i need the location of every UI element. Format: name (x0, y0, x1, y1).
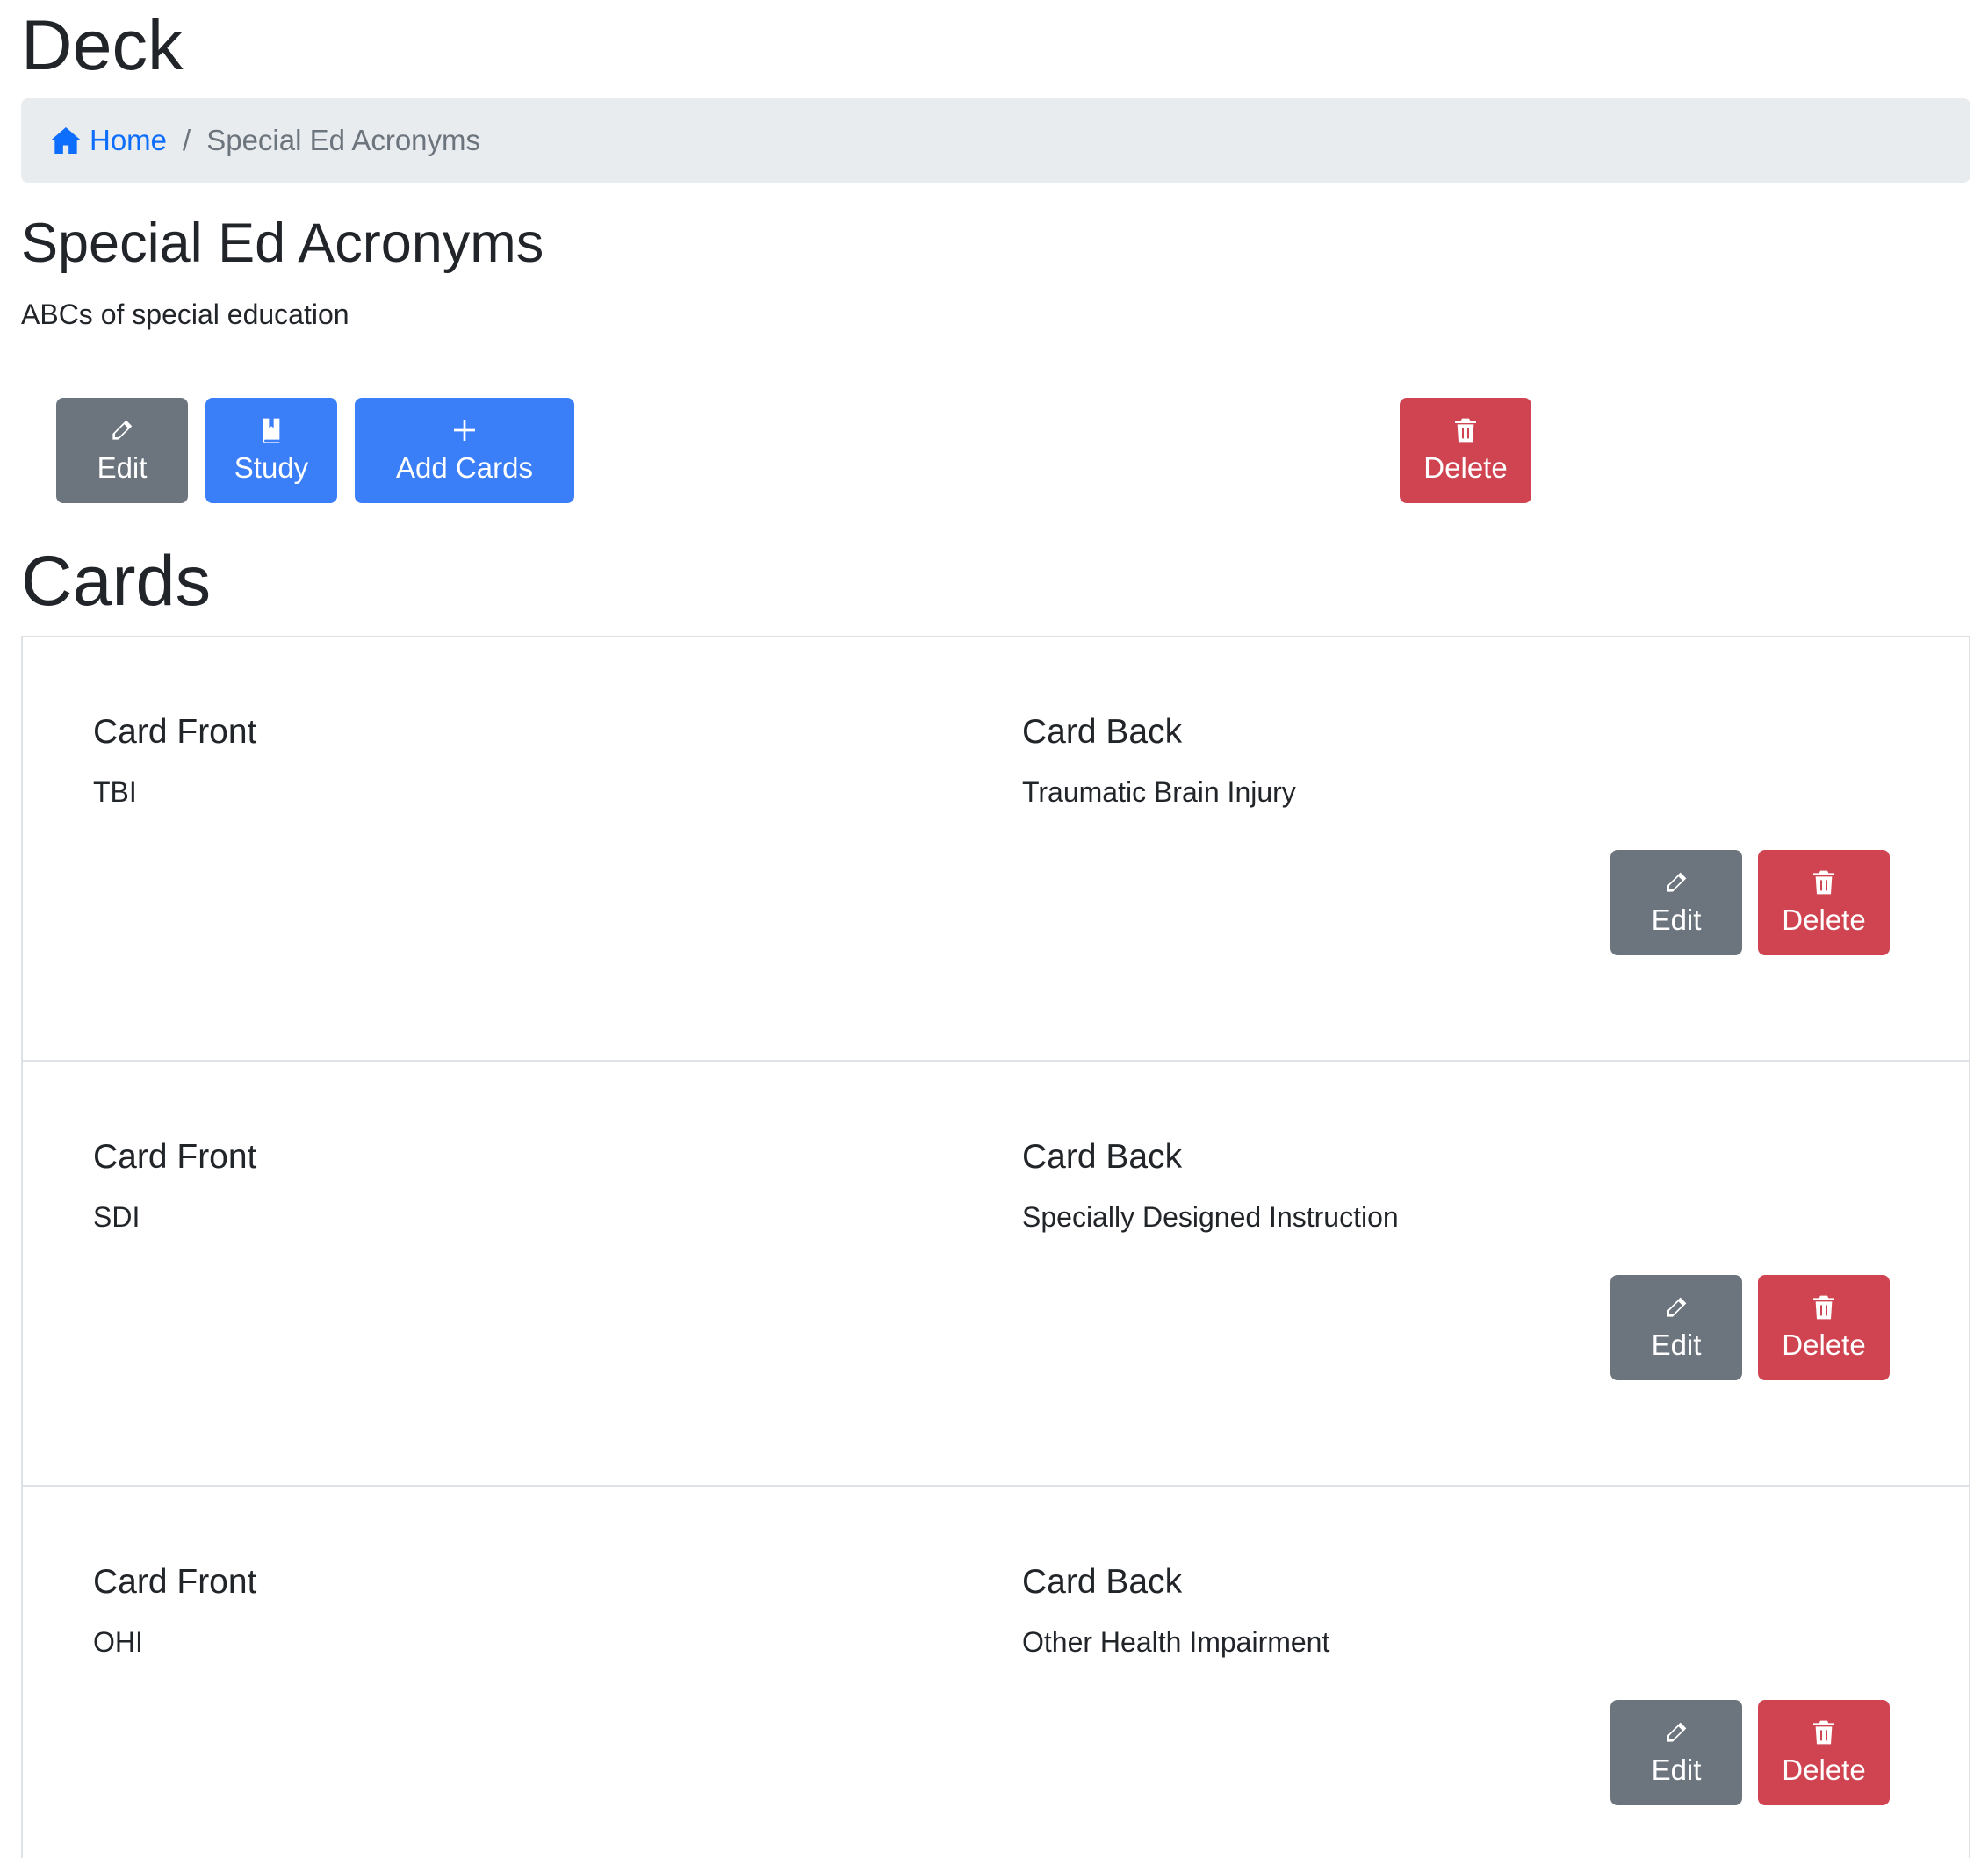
breadcrumb-home-link[interactable]: Home (49, 124, 167, 157)
edit-card-label: Edit (1651, 1754, 1702, 1786)
breadcrumb-current: Special Ed Acronyms (206, 124, 481, 156)
edit-card-button[interactable]: Edit (1610, 850, 1742, 955)
card-front-text: SDI (93, 1201, 140, 1233)
book-icon (263, 418, 280, 443)
home-icon (50, 126, 82, 155)
cards-heading: Cards (21, 542, 212, 621)
trash-icon (1813, 1295, 1834, 1320)
edit-deck-label: Edit (97, 451, 148, 484)
card-back-label: Card Back (1022, 1138, 1183, 1176)
card-front-text: OHI (93, 1626, 143, 1658)
delete-deck-button[interactable]: Delete (1400, 398, 1531, 503)
card-front-label: Card Front (93, 713, 257, 751)
card-front-label: Card Front (93, 1563, 257, 1601)
card-back-text: Specially Designed Instruction (1022, 1201, 1399, 1233)
plus-icon (454, 420, 475, 441)
pencil-icon (1667, 1297, 1687, 1317)
deck-page: Deck Home / Special Ed Acronyms Special … (0, 0, 1988, 1858)
delete-card-label: Delete (1782, 1754, 1866, 1786)
trash-icon (1813, 1720, 1834, 1745)
card-item: Card Front TBI Card Back Traumatic Brain… (23, 637, 1969, 1062)
add-cards-button[interactable]: Add Cards (355, 398, 574, 503)
breadcrumb: Home / Special Ed Acronyms (21, 98, 1970, 183)
edit-card-button[interactable]: Edit (1610, 1275, 1742, 1380)
trash-icon (1813, 870, 1834, 895)
breadcrumb-home-label: Home (90, 124, 168, 156)
add-cards-label: Add Cards (396, 451, 533, 484)
card-back-label: Card Back (1022, 1563, 1183, 1601)
delete-deck-label: Delete (1423, 451, 1508, 484)
card-back-label: Card Back (1022, 713, 1183, 751)
delete-card-button[interactable]: Delete (1758, 850, 1890, 955)
delete-card-label: Delete (1782, 1329, 1866, 1361)
card-list: Card Front TBI Card Back Traumatic Brain… (21, 636, 1970, 1858)
study-button[interactable]: Study (205, 398, 337, 503)
card-back-text: Other Health Impairment (1022, 1626, 1330, 1658)
pencil-icon (1667, 872, 1687, 892)
edit-card-label: Edit (1651, 1329, 1702, 1361)
trash-icon (1455, 418, 1476, 443)
pencil-icon (112, 420, 133, 440)
edit-card-button[interactable]: Edit (1610, 1700, 1742, 1805)
delete-card-label: Delete (1782, 904, 1866, 936)
edit-deck-button[interactable]: Edit (56, 398, 188, 503)
card-front-label: Card Front (93, 1138, 257, 1176)
study-label: Study (234, 451, 309, 484)
card-front-text: TBI (93, 776, 137, 808)
pencil-icon (1667, 1722, 1687, 1742)
breadcrumb-separator: / (183, 124, 191, 156)
delete-card-button[interactable]: Delete (1758, 1275, 1890, 1380)
page-header: Deck (21, 6, 184, 85)
edit-card-label: Edit (1651, 904, 1702, 936)
deck-title: Special Ed Acronyms (21, 212, 544, 274)
deck-description: ABCs of special education (21, 299, 349, 330)
card-item: Card Front OHI Card Back Other Health Im… (23, 1487, 1969, 1858)
card-item: Card Front SDI Card Back Specially Desig… (23, 1062, 1969, 1487)
card-back-text: Traumatic Brain Injury (1022, 776, 1296, 808)
delete-card-button[interactable]: Delete (1758, 1700, 1890, 1805)
